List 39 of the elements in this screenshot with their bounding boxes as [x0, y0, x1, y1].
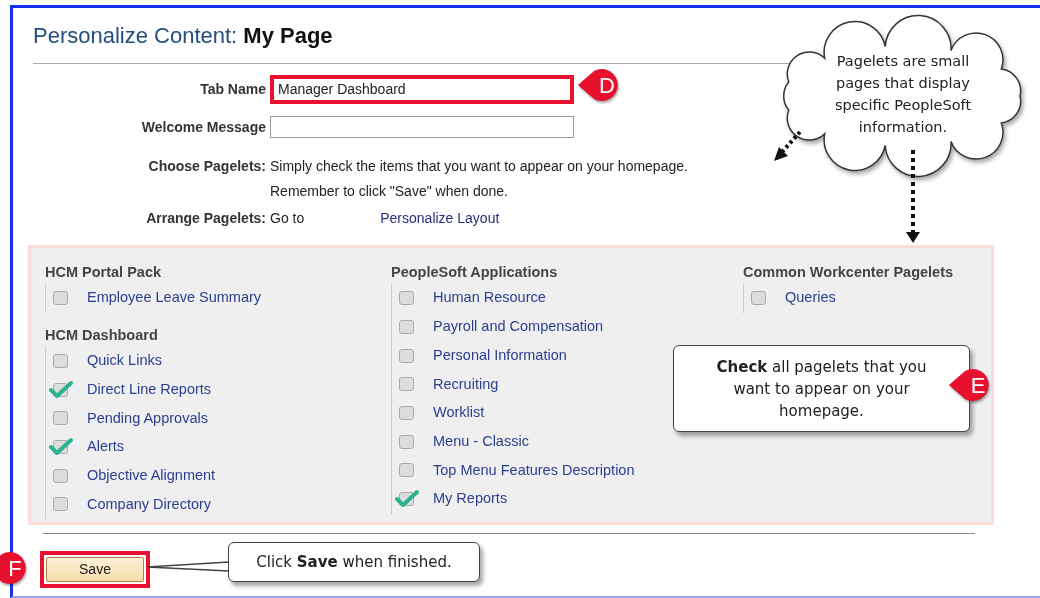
- pagelet-link[interactable]: Menu - Classic: [433, 430, 529, 453]
- save-button[interactable]: Save: [46, 557, 144, 583]
- callout-text: Click Save when finished.: [256, 551, 452, 573]
- field-label: Welcome Message: [140, 117, 267, 137]
- callout-text: Pagelets are small pages that display specific PeopleSoft information.: [833, 52, 973, 137]
- pagelet-link[interactable]: My Reports: [433, 488, 508, 511]
- checkbox[interactable]: [395, 489, 419, 510]
- instruction-text: Simply check the items that you want to appear on your homepage.: [270, 157, 688, 176]
- page-title: Personalize Content:: [33, 23, 239, 48]
- pagelet-link[interactable]: Human Resource: [433, 287, 546, 310]
- field-label: Tab Name: [199, 79, 267, 99]
- pagelet-link[interactable]: Quick Links: [87, 350, 162, 372]
- pagelet-link[interactable]: Payroll and Compensation: [433, 316, 604, 338]
- instruction-text: Go to: [270, 209, 305, 228]
- instruction-text: Remember to click "Save" when done.: [270, 182, 509, 201]
- group-title: HCM Portal Pack: [45, 263, 163, 282]
- pagelet-link[interactable]: Pending Approvals: [87, 407, 208, 430]
- page-name: My Page: [243, 23, 333, 48]
- pagelet-link[interactable]: Direct Line Reports: [87, 378, 212, 401]
- group-title: Common Workcenter Pagelets: [743, 263, 955, 282]
- pagelet-link[interactable]: Company Directory: [87, 493, 212, 516]
- personalize-layout-link[interactable]: Personalize Layout: [380, 208, 500, 229]
- group-title: HCM Dashboard: [45, 325, 159, 345]
- field-label: Choose Pagelets:: [147, 157, 267, 176]
- text-field[interactable]: [270, 116, 574, 138]
- pagelet-link[interactable]: Employee Leave Summary: [87, 287, 262, 310]
- pagelet-link[interactable]: Personal Information: [433, 344, 567, 367]
- text-field[interactable]: Manager Dashboard: [270, 74, 574, 104]
- pagelet-link[interactable]: Alerts: [87, 436, 125, 458]
- checkbox[interactable]: [49, 379, 73, 400]
- pagelet-link[interactable]: Objective Alignment: [87, 464, 216, 487]
- field-label: Arrange Pagelets:: [145, 209, 267, 228]
- pagelet-link[interactable]: Queries: [785, 287, 836, 310]
- callout-text: Check all pagelets that you want to appear on your homepage.: [715, 356, 928, 422]
- group-title: PeopleSoft Applications: [391, 263, 559, 282]
- checkbox[interactable]: [49, 437, 73, 458]
- pagelet-link[interactable]: Recruiting: [433, 373, 499, 396]
- pagelet-link[interactable]: Worklist: [433, 402, 485, 424]
- pagelet-link[interactable]: Top Menu Features Description: [433, 459, 635, 482]
